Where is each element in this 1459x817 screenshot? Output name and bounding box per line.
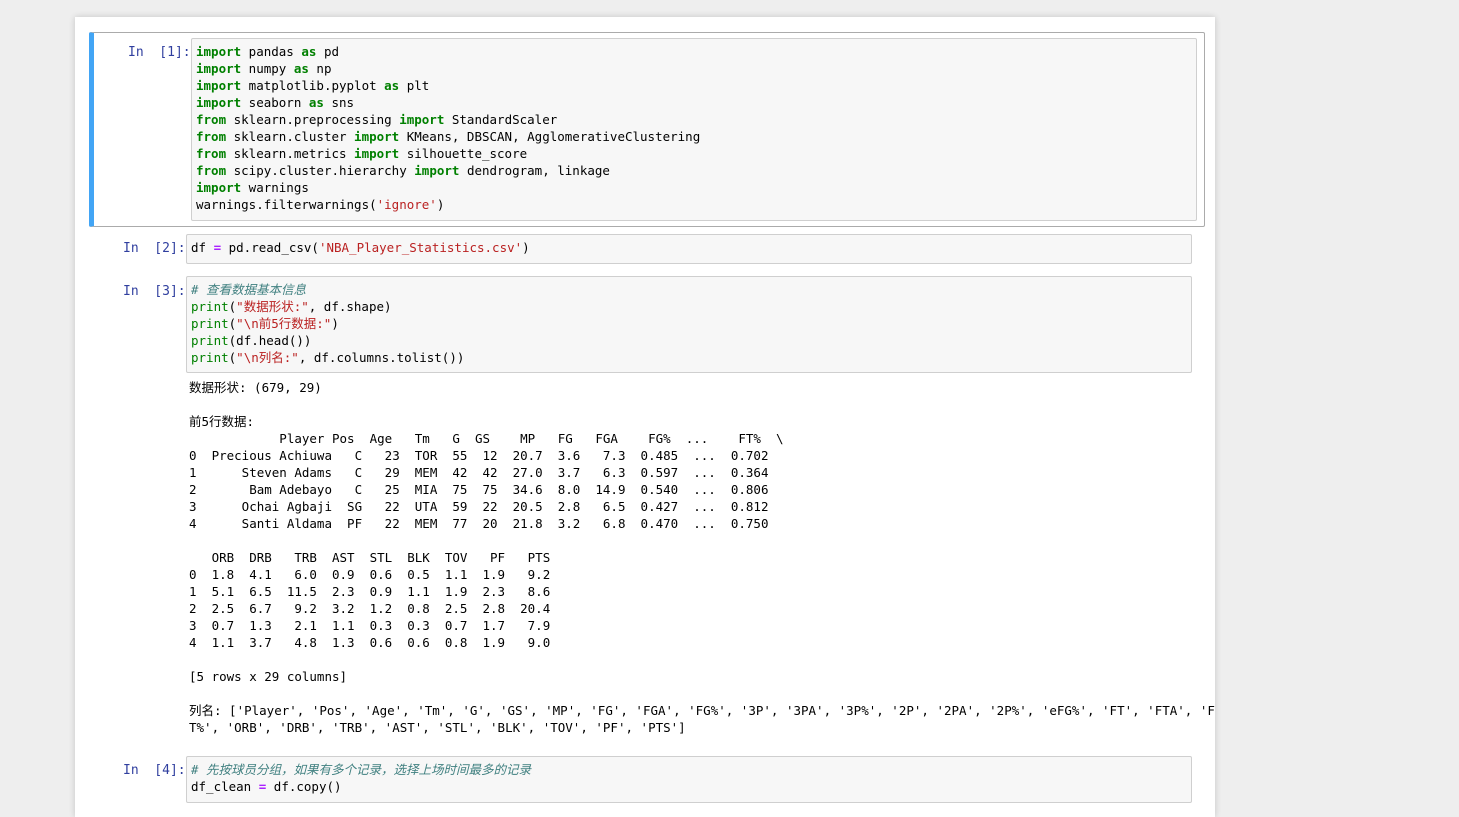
code-keyword: import	[196, 61, 242, 76]
code-cell-1[interactable]: In [1]: import pandas as pd import numpy…	[89, 32, 1205, 227]
code-editor[interactable]: import pandas as pd import numpy as np i…	[191, 38, 1197, 221]
code-cell-4[interactable]: In [4]: # 先按球员分组，如果有多个记录，选择上场时间最多的记录 df_…	[89, 754, 1199, 814]
code-text: pandas	[241, 44, 302, 59]
code-keyword: import	[196, 78, 242, 93]
code-text: KMeans, DBSCAN, AgglomerativeClustering	[399, 129, 701, 144]
code-text: sklearn.cluster	[226, 129, 355, 144]
code-string: "\n前5行数据:"	[236, 316, 332, 331]
code-text: )	[331, 316, 339, 331]
code-operator: =	[213, 240, 222, 255]
code-text: pd	[316, 44, 340, 59]
cell-prompt: In [1]:	[128, 45, 191, 60]
code-text: silhouette_score	[399, 146, 528, 161]
code-keyword: import	[196, 180, 242, 195]
code-text: numpy	[241, 61, 294, 76]
code-comment: # 查看数据基本信息	[191, 282, 307, 297]
code-text: )	[522, 240, 530, 255]
code-keyword: import	[414, 163, 460, 178]
code-keyword: import	[196, 44, 242, 59]
code-keyword: as	[384, 78, 400, 93]
code-editor[interactable]: # 查看数据基本信息 print("数据形状:", df.shape) prin…	[186, 276, 1192, 373]
code-string: 'NBA_Player_Statistics.csv'	[318, 240, 523, 255]
code-source[interactable]: # 先按球员分组，如果有多个记录，选择上场时间最多的记录 df_clean = …	[187, 757, 1191, 795]
code-string: "\n列名:"	[236, 350, 299, 365]
code-text: scipy.cluster.hierarchy	[226, 163, 415, 178]
code-source[interactable]: import pandas as pd import numpy as np i…	[192, 39, 1196, 213]
code-text: sns	[323, 95, 355, 110]
code-text: df_clean	[191, 779, 259, 794]
code-text: )	[436, 197, 445, 212]
code-text: matplotlib.pyplot	[241, 78, 385, 93]
code-keyword: as	[301, 44, 317, 59]
code-text: plt	[399, 78, 430, 93]
code-text: , df.columns.tolist())	[298, 350, 465, 365]
cell-prompt: In [2]:	[123, 241, 186, 256]
code-text: sklearn.preprocessing	[226, 112, 400, 127]
code-text: warnings.filterwarnings(	[196, 197, 377, 212]
code-text: df	[191, 240, 214, 255]
code-builtin: print	[191, 299, 229, 314]
code-text: sklearn.metrics	[226, 146, 355, 161]
code-keyword: import	[196, 95, 242, 110]
code-source[interactable]: # 查看数据基本信息 print("数据形状:", df.shape) prin…	[187, 277, 1191, 366]
code-keyword: import	[399, 112, 445, 127]
code-cell-2[interactable]: In [2]: df = pd.read_csv('NBA_Player_Sta…	[89, 232, 1199, 266]
code-text: np	[308, 61, 332, 76]
notebook-container: In [1]: import pandas as pd import numpy…	[75, 17, 1215, 817]
code-text: pd.read_csv(	[221, 240, 319, 255]
code-keyword: from	[196, 146, 227, 161]
code-editor[interactable]: df = pd.read_csv('NBA_Player_Statistics.…	[186, 234, 1192, 264]
code-keyword: as	[293, 61, 309, 76]
code-builtin: print	[191, 333, 229, 348]
code-keyword: import	[354, 146, 400, 161]
code-text: dendrogram, linkage	[459, 163, 610, 178]
code-keyword: from	[196, 163, 227, 178]
code-keyword: from	[196, 112, 227, 127]
code-text: warnings	[241, 180, 309, 195]
code-source[interactable]: df = pd.read_csv('NBA_Player_Statistics.…	[187, 235, 1191, 256]
code-text: df.copy()	[266, 779, 342, 794]
code-builtin: print	[191, 350, 229, 365]
code-text: (df.head())	[228, 333, 312, 348]
code-text: seaborn	[241, 95, 309, 110]
code-keyword: as	[308, 95, 324, 110]
code-comment: # 先按球员分组，如果有多个记录，选择上场时间最多的记录	[191, 762, 532, 777]
code-text: , df.shape)	[308, 299, 392, 314]
code-string: "数据形状:"	[236, 299, 309, 314]
code-keyword: import	[354, 129, 400, 144]
cell-prompt: In [4]:	[123, 763, 186, 778]
code-string: 'ignore'	[376, 197, 437, 212]
code-keyword: from	[196, 129, 227, 144]
code-builtin: print	[191, 316, 229, 331]
code-cell-3[interactable]: In [3]: # 查看数据基本信息 print("数据形状:", df.sha…	[89, 275, 1215, 745]
cell-output: 数据形状: (679, 29) 前5行数据: Player Pos Age Tm…	[189, 380, 1215, 735]
code-text: StandardScaler	[444, 112, 558, 127]
cell-prompt: In [3]:	[123, 284, 186, 299]
code-editor[interactable]: # 先按球员分组，如果有多个记录，选择上场时间最多的记录 df_clean = …	[186, 756, 1192, 803]
